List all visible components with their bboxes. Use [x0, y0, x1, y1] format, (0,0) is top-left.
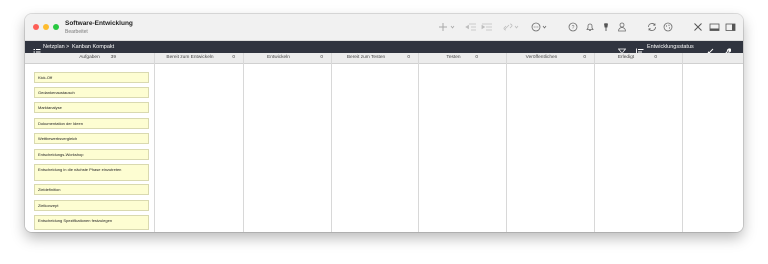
- column-count: 0: [407, 55, 410, 60]
- column-header[interactable]: Erledigt 0: [595, 53, 682, 64]
- column-erledigt: Erledigt 0: [595, 53, 683, 232]
- task-card[interactable]: Dokumentation der Ideen: [34, 118, 149, 129]
- column-count: 39: [110, 55, 116, 60]
- column-title: Bereit zum Testen: [346, 55, 386, 60]
- link-icon[interactable]: [503, 21, 513, 33]
- task-card[interactable]: Zieldefinition: [34, 184, 149, 195]
- column-count: 0: [654, 55, 657, 60]
- column-bereit-zum-entwickeln: Bereit zum Entwickeln 0: [155, 53, 244, 232]
- pin-icon[interactable]: [602, 21, 610, 33]
- breadcrumb-root[interactable]: Netzplan: [43, 41, 65, 53]
- sync-icon[interactable]: [647, 21, 657, 33]
- column-count: 0: [583, 55, 586, 60]
- column-title: Bereit zum Entwickeln: [166, 55, 214, 60]
- panel-right-icon[interactable]: [725, 21, 736, 33]
- view-list-icon[interactable]: [33, 43, 41, 55]
- svg-text:?: ?: [572, 25, 575, 31]
- task-card[interactable]: Entscheidungs-Workshop: [34, 149, 149, 160]
- column-header[interactable]: Veröffentlichen 0: [507, 53, 594, 64]
- column-aufgaben: Aufgaben 39 Kick-Off Gedankenaustausch M…: [25, 53, 155, 232]
- app-window: Software-Entwicklung Bearbeitet ? Netzpl…: [25, 14, 743, 232]
- tools-icon[interactable]: [693, 21, 703, 33]
- task-card[interactable]: Gedankenaustausch: [34, 87, 149, 98]
- add-icon[interactable]: [438, 21, 448, 33]
- breadcrumb-current[interactable]: Kanban Kompakt: [72, 41, 114, 53]
- task-card[interactable]: Kick-Off: [34, 72, 149, 83]
- chevron-down-icon[interactable]: [450, 21, 455, 33]
- palette-icon[interactable]: [663, 21, 673, 33]
- column-count: 0: [232, 55, 235, 60]
- broom-icon[interactable]: [706, 43, 714, 57]
- kanban-board: Aufgaben 39 Kick-Off Gedankenaustausch M…: [25, 53, 743, 232]
- title-bar: Software-Entwicklung Bearbeitet ?: [25, 14, 743, 41]
- column-header[interactable]: Aufgaben 39: [25, 53, 154, 64]
- window-subtitle: Bearbeitet: [65, 29, 88, 35]
- window-title: Software-Entwicklung: [65, 20, 133, 27]
- close-window-button[interactable]: [33, 24, 39, 30]
- column-count: 0: [475, 55, 478, 60]
- column-bereit-zum-testen: Bereit zum Testen 0: [332, 53, 419, 232]
- more-icon[interactable]: [531, 21, 541, 33]
- group-by-icon[interactable]: [636, 43, 644, 56]
- view-navigation-bar: Netzplan > Kanban Kompakt Entwicklungsst…: [25, 41, 743, 57]
- column-entwickeln: Entwickeln 0: [244, 53, 332, 232]
- column-veroeffentlichen: Veröffentlichen 0: [507, 53, 595, 232]
- column-header[interactable]: Bereit zum Testen 0: [332, 53, 418, 64]
- column-header-empty: [683, 53, 743, 64]
- column-count: 0: [320, 55, 323, 60]
- task-card[interactable]: Entscheidung Spezifikationen festzulegen: [34, 215, 149, 230]
- column-title: Aufgaben: [79, 55, 100, 60]
- column-testen: Testen 0: [419, 53, 507, 232]
- column-header[interactable]: Entwickeln 0: [244, 53, 331, 64]
- column-empty-trailing: [683, 53, 743, 232]
- column-title: Erledigt: [617, 55, 635, 60]
- task-card[interactable]: Wettbewerbsvergleich: [34, 133, 149, 144]
- breadcrumb-separator: >: [66, 44, 70, 50]
- column-header[interactable]: Testen 0: [419, 53, 506, 64]
- column-title: Entwickeln: [267, 55, 290, 60]
- help-icon[interactable]: ?: [568, 21, 578, 33]
- bell-icon[interactable]: [585, 21, 595, 33]
- chevron-down-icon[interactable]: [542, 21, 547, 33]
- task-card[interactable]: Zielkonzept: [34, 200, 149, 211]
- filter-icon[interactable]: [617, 43, 627, 56]
- column-header[interactable]: Bereit zum Entwickeln 0: [155, 53, 243, 64]
- task-card[interactable]: Entscheidung in die nächste Phase einzut…: [34, 164, 149, 181]
- status-field-label[interactable]: Entwicklungsstatus: [647, 41, 694, 53]
- wrench-icon[interactable]: [723, 43, 732, 56]
- panel-bottom-icon[interactable]: [709, 21, 720, 33]
- outdent-icon[interactable]: [465, 21, 477, 33]
- chevron-down-icon[interactable]: [514, 21, 519, 33]
- zoom-window-button[interactable]: [53, 24, 59, 30]
- task-card[interactable]: Marktanalyse: [34, 102, 149, 113]
- indent-icon[interactable]: [481, 21, 493, 33]
- person-icon[interactable]: [617, 21, 627, 33]
- minimize-window-button[interactable]: [43, 24, 49, 30]
- column-title: Veröffentlichen: [525, 55, 558, 60]
